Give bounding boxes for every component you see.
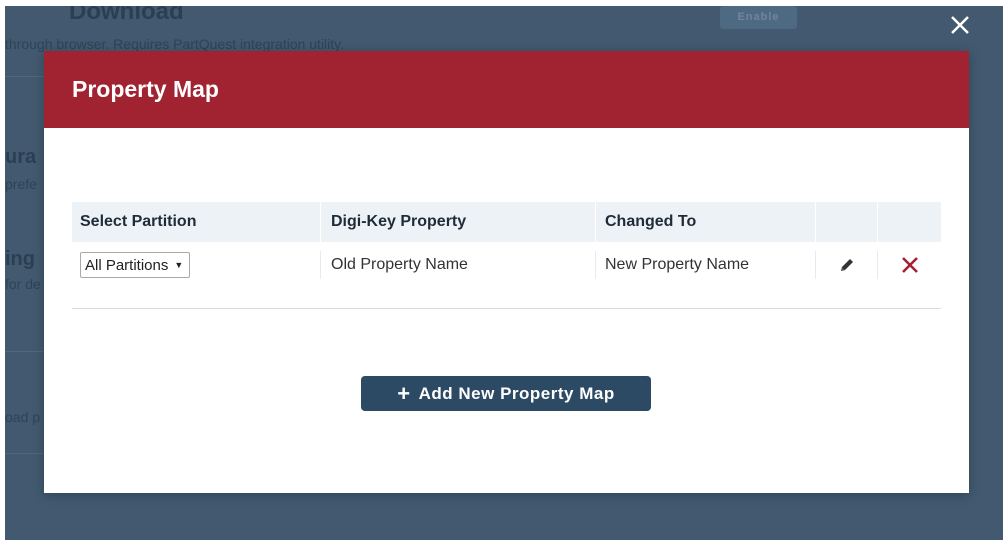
plus-icon: +	[397, 380, 411, 406]
property-map-modal: Property Map Select Partition Digi-Key P…	[44, 51, 969, 493]
table-row: All Partitions ▼ Old Property Name New P…	[72, 242, 941, 288]
partition-select-value: All Partitions	[85, 256, 169, 274]
delete-x-icon-svg	[901, 257, 918, 273]
changed-to-cell: New Property Name	[595, 251, 815, 279]
pencil-icon[interactable]	[838, 256, 856, 274]
modal-header: Property Map	[44, 51, 969, 128]
modal-title: Property Map	[72, 76, 219, 102]
background-fragment: prefe	[5, 176, 37, 192]
background-fragment: oad p	[5, 409, 41, 425]
add-property-map-button[interactable]: + Add New Property Map	[361, 376, 651, 411]
header-edit-column	[815, 202, 877, 242]
close-icon-svg	[951, 16, 969, 34]
partition-cell: All Partitions ▼	[72, 242, 320, 288]
header-digikey-property: Digi-Key Property	[320, 202, 595, 242]
background-fragment: ing	[5, 248, 35, 270]
background-enable-button: Enable	[720, 6, 797, 29]
close-icon[interactable]	[945, 12, 975, 42]
header-delete-column	[877, 202, 941, 242]
table-header-row: Select Partition Digi-Key Property Chang…	[72, 202, 941, 242]
background-title: Download	[69, 6, 184, 25]
background-fragment: ura	[5, 146, 37, 168]
digikey-property-cell: Old Property Name	[320, 251, 595, 279]
partition-select[interactable]: All Partitions ▼	[80, 252, 191, 278]
pencil-icon-svg	[840, 259, 853, 271]
delete-cell	[877, 251, 941, 279]
property-map-table: Select Partition Digi-Key Property Chang…	[72, 202, 941, 309]
background-fragment: for de	[5, 276, 41, 292]
edit-cell	[815, 251, 877, 279]
background-description: through browser. Requires PartQuest inte…	[5, 36, 345, 52]
add-property-map-label: Add New Property Map	[418, 383, 615, 403]
table-divider	[72, 308, 941, 309]
delete-x-icon[interactable]	[901, 256, 919, 274]
triangle-down-icon: ▼	[174, 260, 184, 270]
header-changed-to: Changed To	[595, 202, 815, 242]
header-select-partition: Select Partition	[80, 213, 197, 230]
